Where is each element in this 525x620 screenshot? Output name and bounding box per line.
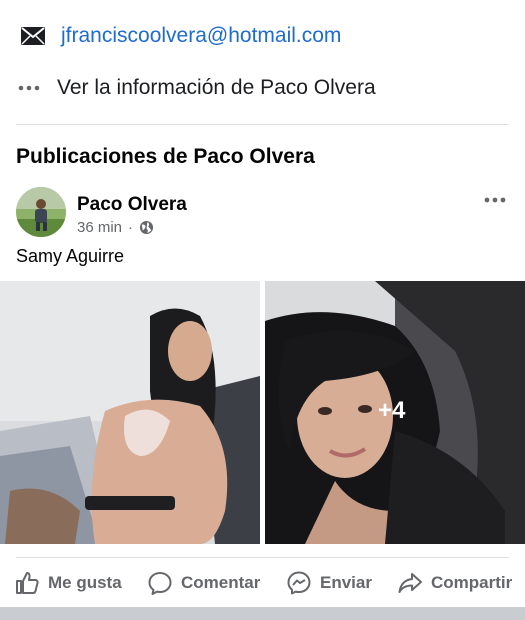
avatar[interactable] — [16, 187, 66, 237]
comment-label: Comentar — [181, 573, 261, 592]
share-button[interactable]: Compartir — [397, 566, 512, 600]
send-button[interactable]: Enviar — [286, 566, 372, 600]
section-divider — [16, 124, 509, 125]
info-row[interactable]: Ver la información de Paco Olvera — [0, 70, 525, 106]
share-arrow-icon — [398, 573, 422, 593]
globe-icon — [139, 220, 154, 235]
speech-bubble-icon — [148, 572, 172, 595]
more-photos-count: +4 — [378, 397, 406, 424]
more-horizontal-icon[interactable] — [483, 193, 507, 207]
email-link[interactable]: jfranciscoolvera@hotmail.com — [61, 24, 341, 48]
like-button[interactable]: Me gusta — [14, 566, 122, 600]
thumbs-up-icon — [16, 572, 39, 594]
comment-button[interactable]: Comentar — [147, 566, 260, 600]
post-text: Samy Aguirre — [16, 246, 125, 266]
post-time[interactable]: 36 min — [77, 219, 122, 236]
more-dots-icon — [18, 85, 40, 91]
post-author[interactable]: Paco Olvera — [77, 194, 187, 216]
messenger-icon — [287, 571, 311, 595]
info-link[interactable]: Ver la información de Paco Olvera — [57, 76, 376, 100]
actions-divider — [16, 557, 509, 558]
meta-separator: · — [128, 219, 134, 236]
post-photo-2[interactable]: +4 — [265, 281, 525, 544]
feed-separator — [0, 607, 525, 620]
email-row[interactable]: jfranciscoolvera@hotmail.com — [0, 18, 525, 54]
envelope-icon — [21, 27, 45, 45]
like-label: Me gusta — [48, 573, 122, 592]
send-label: Enviar — [320, 573, 372, 592]
post-meta: 36 min · — [77, 219, 154, 236]
post-photo-1[interactable] — [0, 281, 260, 544]
section-title: Publicaciones de Paco Olvera — [16, 145, 315, 168]
share-label: Compartir — [431, 573, 513, 592]
